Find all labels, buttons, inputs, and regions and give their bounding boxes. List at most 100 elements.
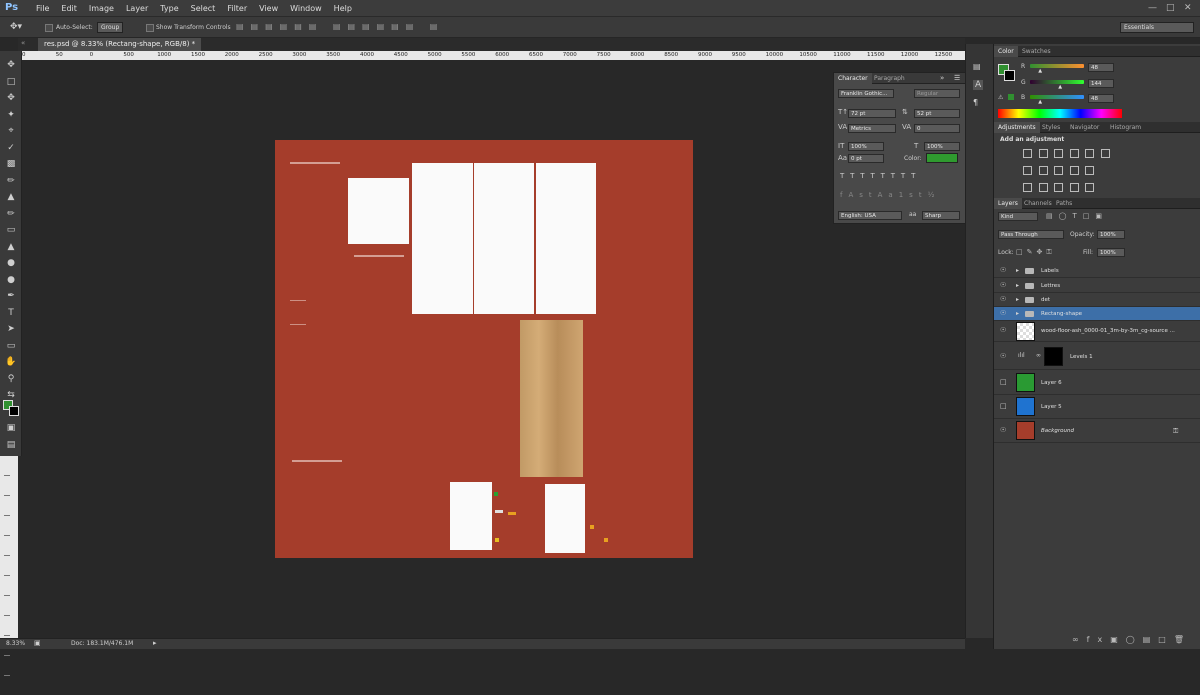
collapse-icon[interactable]: »	[940, 74, 944, 82]
menu-image[interactable]: Image	[83, 0, 120, 17]
exposure-icon[interactable]	[1069, 149, 1079, 158]
levels-icon[interactable]	[1038, 149, 1048, 158]
layer-row[interactable]: □ Layer 5	[994, 395, 1200, 419]
gradient-map-icon[interactable]	[1069, 183, 1079, 192]
tab-channels[interactable]: Channels	[1020, 198, 1056, 209]
eraser-tool-icon[interactable]: ▭	[0, 222, 22, 239]
layer-mask-thumbnail[interactable]	[1044, 347, 1063, 366]
tab-histogram[interactable]: Histogram	[1106, 122, 1145, 133]
menu-view[interactable]: View	[253, 0, 284, 17]
g-slider-thumb[interactable]: ▲	[1058, 84, 1062, 90]
language-dropdown[interactable]: English: USA	[838, 211, 902, 220]
color-balance-icon[interactable]	[1023, 166, 1032, 175]
lock-icons[interactable]: □✎✥⚿	[1016, 248, 1056, 257]
tracking-field[interactable]: 0	[914, 124, 960, 133]
layer-row[interactable]: ☉ Background ⚿	[994, 419, 1200, 443]
expand-arrow-icon[interactable]: ▸	[1016, 296, 1019, 303]
brightness-icon[interactable]	[1023, 149, 1032, 158]
tab-navigator[interactable]: Navigator	[1066, 122, 1103, 133]
marquee-tool-icon[interactable]: □	[0, 74, 22, 91]
menu-type[interactable]: Type	[154, 0, 184, 17]
panel-menu-icon[interactable]: ☰	[954, 74, 960, 82]
minimize-icon[interactable]: —	[1148, 3, 1157, 13]
move-tool-icon[interactable]: ✥▾	[10, 22, 22, 32]
tab-arrow-icon[interactable]: «	[21, 39, 25, 47]
blur-tool-icon[interactable]: ●	[0, 255, 22, 272]
tab-layers[interactable]: Layers	[994, 198, 1022, 209]
font-size-field[interactable]: 72 pt	[848, 109, 896, 118]
tab-paths[interactable]: Paths	[1052, 198, 1076, 209]
layer-row[interactable]: □ Layer 6	[994, 371, 1200, 395]
color-lookup-icon[interactable]	[1085, 166, 1094, 175]
zoom-tool-icon[interactable]: ⚲	[0, 371, 22, 388]
g-value[interactable]: 144	[1088, 79, 1114, 88]
visibility-eye-icon[interactable]: ☉	[1000, 426, 1006, 434]
r-value[interactable]: 48	[1088, 63, 1114, 72]
menu-select[interactable]: Select	[185, 0, 222, 17]
hand-tool-icon[interactable]: ✋	[0, 354, 22, 371]
visibility-eye-icon[interactable]: ☉	[1000, 281, 1006, 289]
character-panel-icon[interactable]: A	[973, 80, 984, 90]
type-style-icons[interactable]: TTTTTTTT	[840, 172, 921, 180]
photo-filter-icon[interactable]	[1054, 166, 1063, 175]
menu-help[interactable]: Help	[328, 0, 358, 17]
white-panel-small[interactable]	[348, 178, 409, 244]
screen-mode-icon[interactable]: ▤	[0, 437, 22, 454]
hue-sat-icon[interactable]	[1100, 149, 1110, 158]
layers-footer-icons[interactable]: ∞fx▣◯▤□🗑	[1072, 635, 1192, 644]
antialias-dropdown[interactable]: Sharp	[922, 211, 960, 220]
white-panel-bottom-2[interactable]	[545, 484, 585, 553]
kerning-field[interactable]: Metrics	[848, 124, 896, 133]
threshold-icon[interactable]	[1054, 183, 1063, 192]
visibility-eye-icon[interactable]: ☉	[1000, 326, 1006, 334]
history-brush-icon[interactable]: ✏	[0, 206, 22, 223]
menu-layer[interactable]: Layer	[120, 0, 154, 17]
visibility-eye-icon[interactable]: ☉	[1000, 266, 1006, 274]
dodge-tool-icon[interactable]: ●	[0, 272, 22, 289]
magic-wand-icon[interactable]: ✦	[0, 107, 22, 124]
b-value[interactable]: 48	[1088, 94, 1114, 103]
tab-styles[interactable]: Styles	[1038, 122, 1064, 133]
close-icon[interactable]: ✕	[1184, 3, 1192, 13]
opacity-field[interactable]: 100%	[1097, 230, 1125, 239]
layer-filter-icons[interactable]: ▤◯T□▣	[1046, 212, 1108, 220]
gamut-swatch[interactable]	[1008, 94, 1014, 100]
layer-row[interactable]: ☉ ılıl ∞ Levels 1	[994, 344, 1200, 370]
tab-swatches[interactable]: Swatches	[1018, 46, 1055, 57]
expand-arrow-icon[interactable]: ▸	[1016, 282, 1019, 289]
document-tab[interactable]: res.psd @ 8.33% (Rectang-shape, RGB/8) *	[38, 38, 202, 51]
visibility-eye-icon[interactable]: ☉	[1000, 309, 1006, 317]
menu-window[interactable]: Window	[284, 0, 328, 17]
workspace-dropdown[interactable]: Essentials	[1120, 22, 1194, 33]
expand-arrow-icon[interactable]: ▸	[1016, 267, 1019, 274]
pen-tool-icon[interactable]: ✒	[0, 288, 22, 305]
status-arrow-icon[interactable]: ▸	[153, 639, 157, 647]
g-slider[interactable]	[1030, 80, 1084, 84]
paragraph-panel-icon[interactable]: ¶	[973, 98, 978, 107]
visibility-eye-icon[interactable]: □	[1000, 402, 1007, 410]
status-icon[interactable]: ▣	[34, 639, 41, 647]
layer-row[interactable]: ☉ ▸ Rectang-shape	[994, 307, 1200, 321]
bw-icon[interactable]	[1038, 166, 1048, 175]
layer-row[interactable]: ☉ ▸ Labels	[994, 264, 1200, 278]
path-select-icon[interactable]: ➤	[0, 321, 22, 338]
tab-adjustments[interactable]: Adjustments	[994, 122, 1040, 133]
white-panel-tall-1[interactable]	[412, 163, 473, 314]
leading-field[interactable]: 52 pt	[914, 109, 960, 118]
crop-tool-icon[interactable]: ⌖	[0, 123, 22, 140]
expand-arrow-icon[interactable]: ▸	[1016, 310, 1019, 317]
b-slider-thumb[interactable]: ▲	[1038, 99, 1042, 105]
history-icon[interactable]: ▤	[973, 62, 981, 71]
paint-bucket-icon[interactable]: ▲	[0, 239, 22, 256]
tab-paragraph[interactable]: Paragraph	[870, 73, 909, 84]
show-transform-checkbox[interactable]	[146, 24, 154, 32]
stamp-tool-icon[interactable]: ▲	[0, 189, 22, 206]
menu-file[interactable]: File	[30, 0, 55, 17]
baseline-field[interactable]: 0 pt	[848, 154, 884, 163]
eyedropper-icon[interactable]: ✓	[0, 140, 22, 157]
maximize-icon[interactable]: □	[1166, 3, 1175, 13]
r-slider-thumb[interactable]: ▲	[1038, 68, 1042, 74]
type-tool-icon[interactable]: T	[0, 305, 22, 322]
vertical-scale-field[interactable]: 100%	[848, 142, 884, 151]
healing-brush-icon[interactable]: ▩	[0, 156, 22, 173]
